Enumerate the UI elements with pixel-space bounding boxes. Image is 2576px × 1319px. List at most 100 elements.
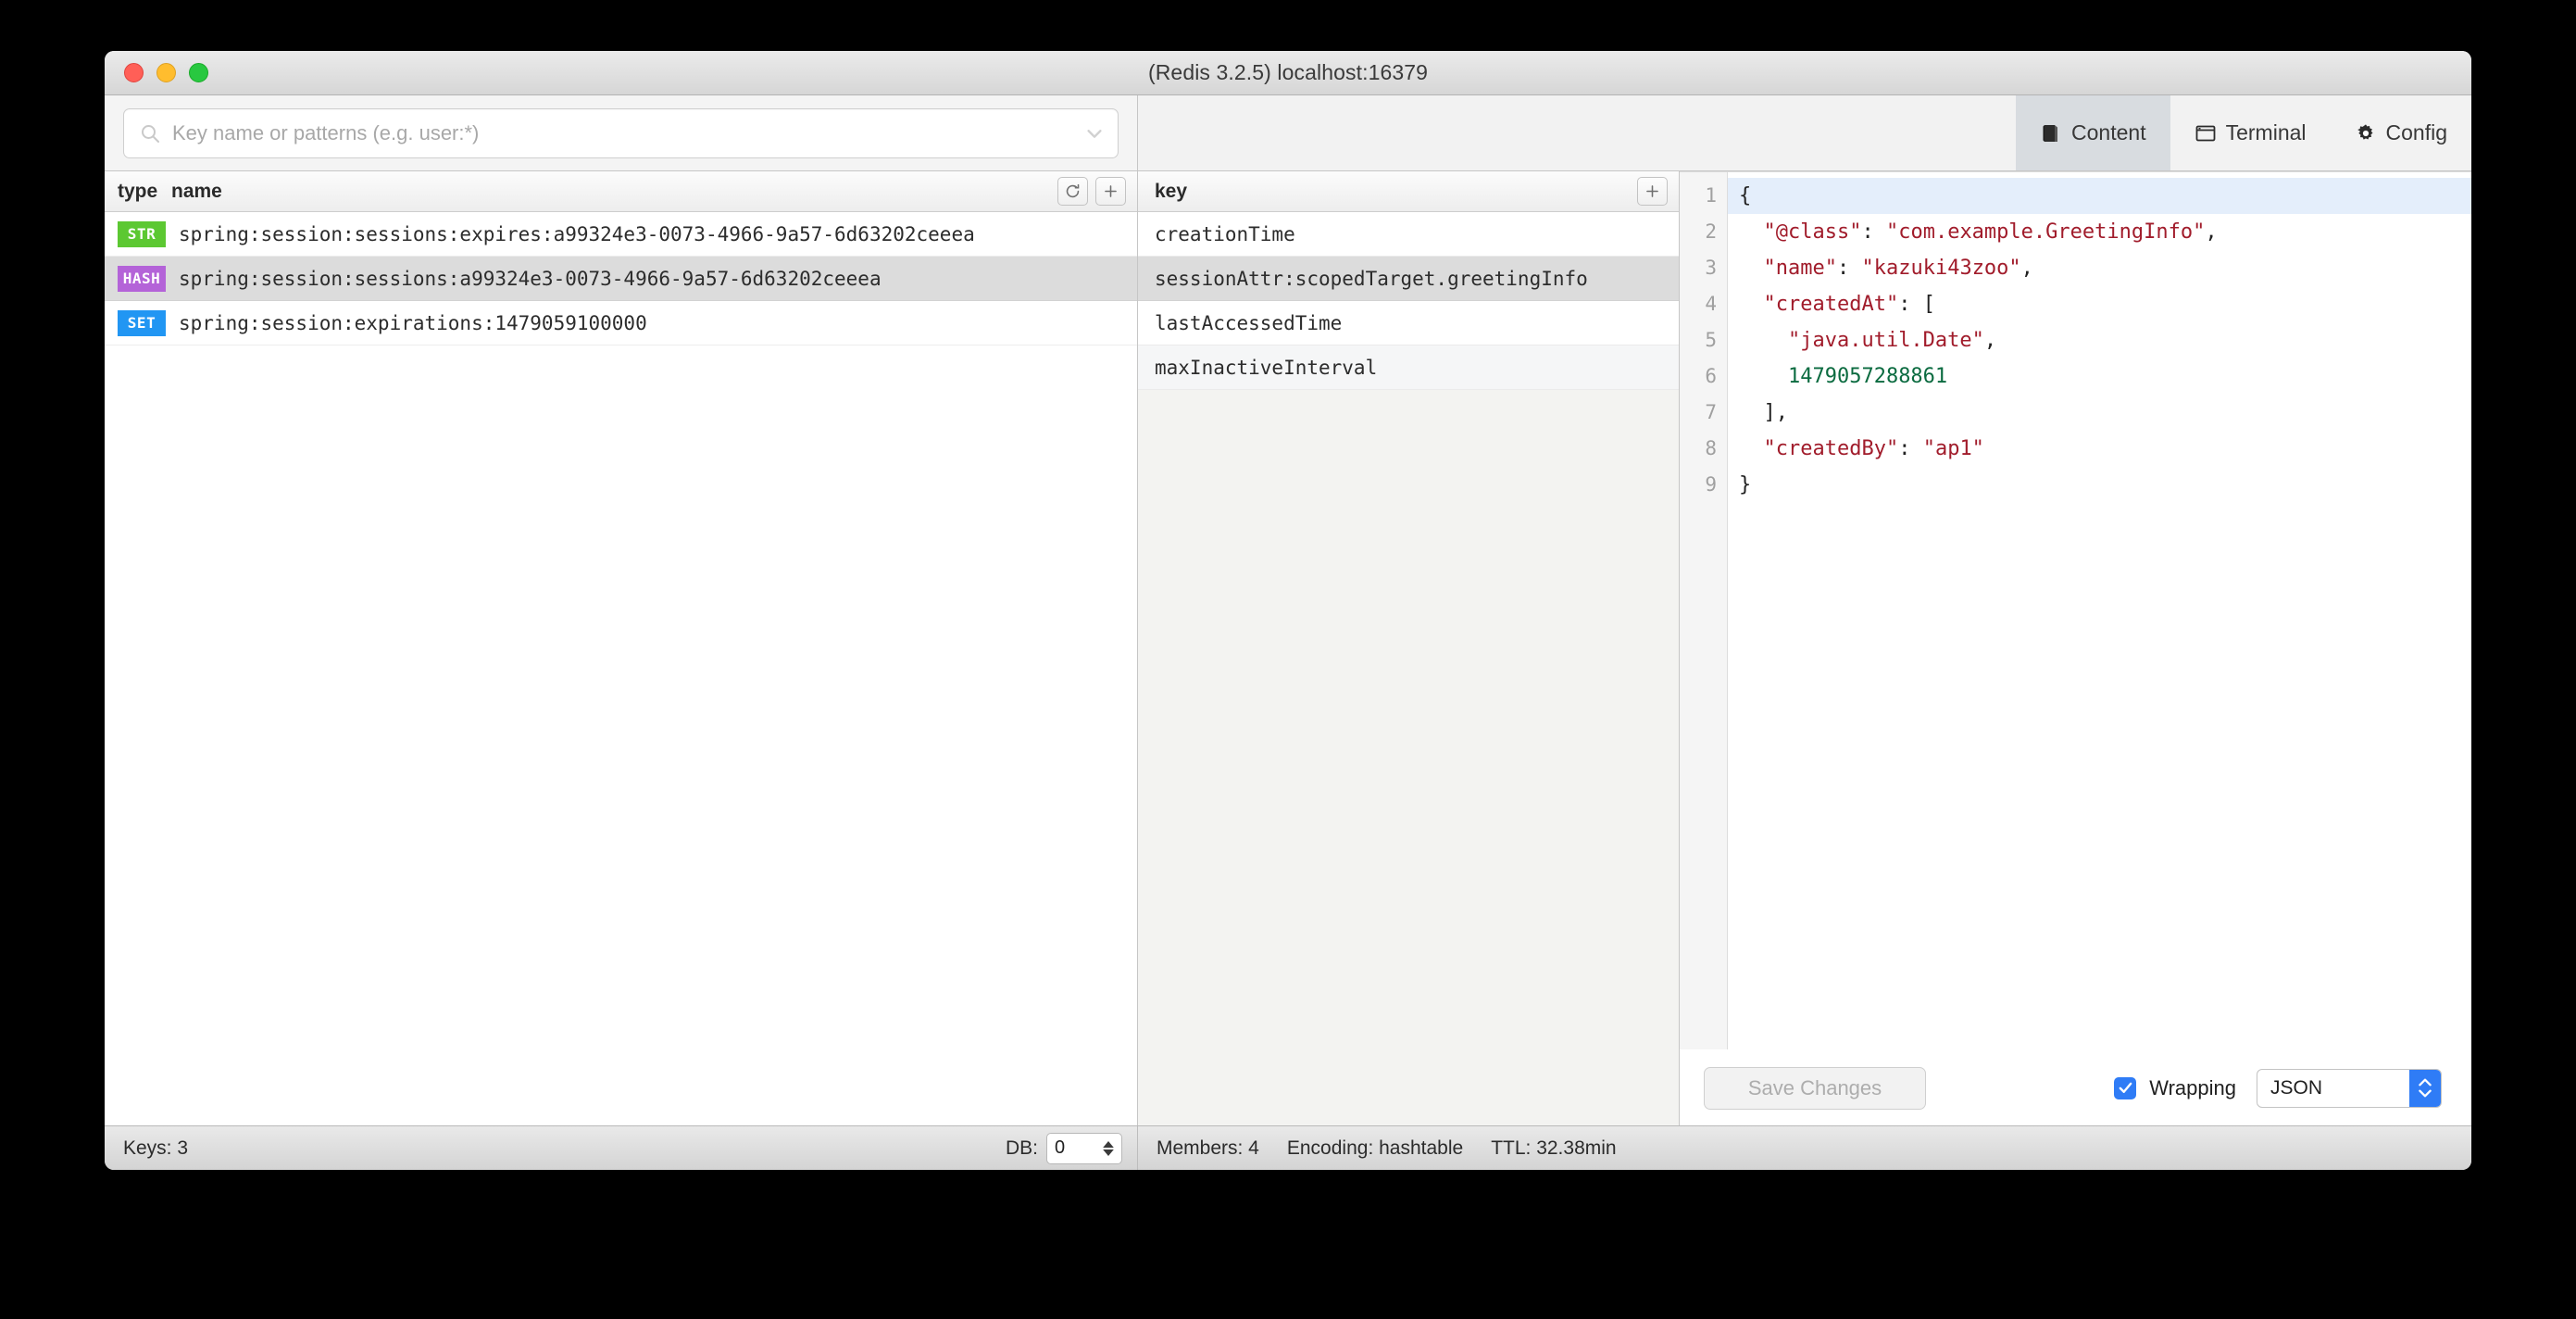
- list-item[interactable]: creationTime: [1138, 212, 1679, 257]
- field-list-actions: [1637, 177, 1668, 206]
- code-token: }: [1739, 473, 1752, 496]
- code-content[interactable]: { "@class": "com.example.GreetingInfo", …: [1728, 172, 2471, 1049]
- code-token: {: [1739, 184, 1752, 207]
- field-list-pane: key creationTime sessionAttr:scopedTarge…: [1138, 171, 1680, 1125]
- line-number-gutter: 1 2 3 4 5 6 7 8 9: [1680, 172, 1728, 1049]
- line-number: 5: [1705, 329, 1717, 351]
- zoom-button[interactable]: [189, 63, 208, 82]
- line-number: 2: [1705, 220, 1717, 243]
- gear-icon: [2355, 122, 2377, 144]
- key-name: spring:session:expirations:1479059100000: [179, 311, 647, 334]
- code-token: :: [1836, 257, 1862, 280]
- column-header-key: key: [1155, 180, 1188, 202]
- code-token: "ap1": [1922, 437, 1984, 460]
- key-list-rows: STR spring:session:sessions:expires:a993…: [105, 212, 1137, 1125]
- value-editor-pane: 1 2 3 4 5 6 7 8 9 { "@class": "com.examp…: [1680, 171, 2471, 1125]
- code-token: "java.util.Date": [1787, 329, 1984, 352]
- main-body: type name STR spring:session:sessions:ex…: [105, 171, 2471, 1125]
- search-icon: [139, 122, 161, 144]
- close-button[interactable]: [124, 63, 144, 82]
- code-token: ,: [2205, 220, 2218, 244]
- refresh-button[interactable]: [1057, 177, 1088, 206]
- toolbar: Key name or patterns (e.g. user:*) Conte…: [105, 95, 2471, 171]
- save-button[interactable]: Save Changes: [1704, 1066, 1926, 1110]
- code-line: {: [1728, 178, 2471, 214]
- code-line: "createdBy": "ap1": [1728, 431, 2471, 467]
- stepper-arrows-icon: [1103, 1140, 1114, 1156]
- search-input[interactable]: Key name or patterns (e.g. user:*): [123, 107, 1119, 158]
- book-icon: [2040, 122, 2062, 144]
- toolbar-spacer: [1138, 95, 2017, 170]
- code-line: ],: [1728, 395, 2471, 431]
- code-token: :: [1898, 437, 1923, 460]
- field-list-rows: creationTime sessionAttr:scopedTarget.gr…: [1138, 212, 1679, 1125]
- stepper-arrows-icon: [2409, 1069, 2441, 1107]
- quantity-stepper[interactable]: 0: [1046, 1132, 1122, 1164]
- list-item[interactable]: maxInactiveInterval: [1138, 345, 1679, 390]
- code-line: "createdAt": [: [1728, 286, 2471, 322]
- field-list-empty-area: [1138, 390, 1679, 1125]
- table-row[interactable]: SET spring:session:expirations:147905910…: [105, 301, 1137, 345]
- column-header-name: name: [171, 180, 222, 202]
- title-bar: (Redis 3.2.5) localhost:16379: [105, 51, 2471, 95]
- list-item[interactable]: sessionAttr:scopedTarget.greetingInfo: [1138, 257, 1679, 301]
- code-line: "java.util.Date",: [1728, 322, 2471, 358]
- view-tabs: Content Terminal Config: [2016, 95, 2471, 170]
- tab-content[interactable]: Content: [2016, 95, 2170, 170]
- code-token: ],: [1739, 401, 1788, 424]
- code-token: : [: [1898, 293, 1935, 316]
- line-number: 9: [1705, 473, 1717, 496]
- key-name: spring:session:sessions:a99324e3-0073-49…: [179, 267, 882, 290]
- code-editor[interactable]: 1 2 3 4 5 6 7 8 9 { "@class": "com.examp…: [1680, 171, 2471, 1049]
- window-icon: [2195, 122, 2217, 144]
- minimize-button[interactable]: [156, 63, 176, 82]
- traffic-lights: [124, 63, 208, 82]
- wrapping-checkbox[interactable]: [2114, 1076, 2137, 1099]
- table-row[interactable]: STR spring:session:sessions:expires:a993…: [105, 212, 1137, 257]
- add-field-button[interactable]: [1637, 177, 1668, 206]
- ttl-info: TTL: 32.38min: [1491, 1137, 1617, 1159]
- add-key-button[interactable]: [1095, 177, 1126, 206]
- format-select[interactable]: JSON: [2257, 1068, 2442, 1108]
- list-item[interactable]: lastAccessedTime: [1138, 301, 1679, 345]
- search-area: Key name or patterns (e.g. user:*): [105, 95, 1138, 170]
- line-number: 7: [1705, 401, 1717, 423]
- keys-count: Keys: 3: [123, 1137, 189, 1159]
- code-token: "createdAt": [1763, 293, 1899, 316]
- db-selector: DB: 0: [1005, 1132, 1122, 1164]
- code-token: :: [1861, 220, 1886, 244]
- column-header-type: type: [118, 180, 158, 202]
- editor-footer: Save Changes Wrapping JSON: [1680, 1049, 2471, 1125]
- status-badge: SET: [118, 309, 166, 336]
- check-icon: [2119, 1082, 2132, 1093]
- line-number: 6: [1705, 365, 1717, 387]
- line-number: 3: [1705, 257, 1717, 279]
- tab-terminal-label: Terminal: [2225, 120, 2307, 144]
- encoding-info: Encoding: hashtable: [1286, 1137, 1464, 1159]
- code-token: "kazuki43zoo": [1861, 257, 2021, 280]
- code-token: 1479057288861: [1787, 365, 1948, 388]
- tab-content-label: Content: [2071, 120, 2146, 144]
- db-value: 0: [1055, 1137, 1066, 1158]
- search-placeholder: Key name or patterns (e.g. user:*): [172, 120, 480, 144]
- key-list-pane: type name STR spring:session:sessions:ex…: [105, 171, 1138, 1125]
- code-token: ,: [2020, 257, 2033, 280]
- table-row[interactable]: HASH spring:session:sessions:a99324e3-00…: [105, 257, 1137, 301]
- db-label: DB:: [1005, 1137, 1038, 1159]
- status-badge: HASH: [118, 265, 166, 292]
- chevron-down-icon[interactable]: [1084, 123, 1105, 144]
- tab-config-label: Config: [2385, 120, 2447, 144]
- code-line: }: [1728, 467, 2471, 503]
- status-left: Keys: 3 DB: 0: [105, 1126, 1138, 1170]
- tab-terminal[interactable]: Terminal: [2170, 95, 2331, 170]
- code-token: "createdBy": [1763, 437, 1899, 460]
- tab-config[interactable]: Config: [2331, 95, 2471, 170]
- field-list-header: key: [1138, 171, 1679, 212]
- plus-icon: [1105, 185, 1117, 197]
